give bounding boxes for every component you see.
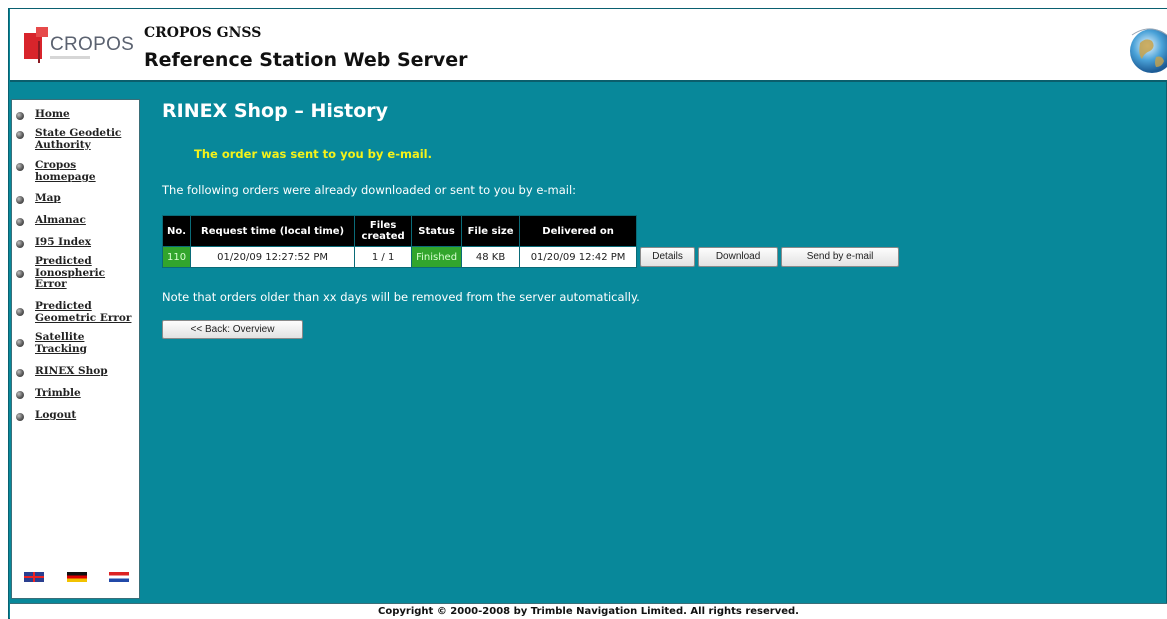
sidebar-nav: Home State Geodetic Authority Cropos hom… <box>11 99 140 599</box>
sidebar-item-i95-index[interactable]: I95 Index <box>16 236 91 249</box>
app-title: Reference Station Web Server <box>144 49 468 71</box>
sidebar-item-state-geodetic-authority[interactable]: State Geodetic Authority <box>16 127 135 151</box>
send-by-email-button[interactable]: Send by e-mail <box>781 247 900 267</box>
sidebar-item-label[interactable]: I95 Index <box>35 236 91 249</box>
bullet-icon <box>16 308 24 316</box>
sidebar-item-label[interactable]: State Geodetic Authority <box>35 127 135 151</box>
bullet-icon <box>16 112 24 120</box>
download-button[interactable]: Download <box>698 247 779 267</box>
language-flags <box>24 570 134 584</box>
bullet-icon <box>16 391 24 399</box>
bullet-icon <box>16 339 24 347</box>
globe-icon <box>1130 28 1167 73</box>
sidebar-item-trimble[interactable]: Trimble <box>16 387 81 400</box>
sidebar-item-satellite-tracking[interactable]: Satellite Tracking <box>16 331 105 355</box>
action-cell: Details <box>637 247 696 268</box>
status-badge: Finished <box>411 246 463 268</box>
table-row: 110 01/20/09 12:27:52 PM 1 / 1 Finished … <box>161 246 900 268</box>
orders-table: No. Request time (local time) Files crea… <box>161 215 900 268</box>
bullet-icon <box>16 218 24 226</box>
sidebar-item-cropos-homepage[interactable]: Cropos homepage <box>16 159 109 183</box>
details-button[interactable]: Details <box>640 247 696 267</box>
sidebar-item-label[interactable]: Map <box>35 192 61 205</box>
uk-flag-icon[interactable] <box>24 572 44 582</box>
sidebar-item-predicted-ionospheric-error[interactable]: Predicted Ionospheric Error <box>16 255 125 291</box>
sidebar-item-map[interactable]: Map <box>16 192 61 205</box>
column-header-request-time: Request time (local time) <box>190 215 356 247</box>
bullet-icon <box>16 240 24 248</box>
confirmation-message: The order was sent to you by e-mail. <box>194 147 432 161</box>
bullet-icon <box>16 131 24 139</box>
sidebar-item-label[interactable]: Satellite Tracking <box>35 331 105 355</box>
bullet-icon <box>16 270 24 278</box>
column-header-delivered-on: Delivered on <box>519 215 638 247</box>
bullet-icon <box>16 413 24 421</box>
sidebar-item-label[interactable]: RINEX Shop <box>35 365 108 378</box>
footer-copyright: Copyright © 2000-2008 by Trimble Navigat… <box>10 603 1167 619</box>
sidebar-item-label[interactable]: Home <box>35 108 70 121</box>
delivered-on: 01/20/09 12:42 PM <box>519 246 638 268</box>
sidebar-item-label[interactable]: Predicted Ionospheric Error <box>35 255 125 291</box>
action-cell: Download <box>695 247 779 268</box>
cropos-logo: CROPOS <box>22 23 135 69</box>
sidebar-item-label[interactable]: Almanac <box>35 214 86 227</box>
action-cell: Send by e-mail <box>778 247 900 268</box>
sidebar-item-rinex-shop[interactable]: RINEX Shop <box>16 365 108 378</box>
sidebar-item-label[interactable]: Trimble <box>35 387 81 400</box>
retention-note: Note that orders older than xx days will… <box>162 290 640 304</box>
back-overview-button[interactable]: << Back: Overview <box>162 320 303 339</box>
sidebar-item-label[interactable]: Logout <box>35 409 76 422</box>
sidebar-item-predicted-geometric-error[interactable]: Predicted Geometric Error <box>16 300 135 324</box>
sidebar-item-home[interactable]: Home <box>16 108 70 121</box>
header-bar: CROPOS CROPOS GNSS Reference Station Web… <box>10 9 1167 82</box>
bullet-icon <box>16 196 24 204</box>
app-subtitle: CROPOS GNSS <box>144 25 262 41</box>
column-header-no: No. <box>161 215 192 247</box>
file-size: 48 KB <box>461 246 521 268</box>
request-time: 01/20/09 12:27:52 PM <box>190 246 356 268</box>
order-number: 110 <box>161 246 192 268</box>
sidebar-item-label[interactable]: Cropos homepage <box>35 159 109 183</box>
sidebar-item-logout[interactable]: Logout <box>16 409 76 422</box>
germany-flag-icon[interactable] <box>67 572 87 582</box>
column-header-files-created: Files created <box>354 215 413 247</box>
logo-text: CROPOS <box>50 34 135 55</box>
table-header-row: No. Request time (local time) Files crea… <box>161 215 900 247</box>
bullet-icon <box>16 369 24 377</box>
bullet-icon <box>16 163 24 171</box>
croatia-flag-icon[interactable] <box>109 572 129 582</box>
column-header-status: Status <box>411 215 463 247</box>
intro-text: The following orders were already downlo… <box>162 183 577 197</box>
column-header-file-size: File size <box>461 215 521 247</box>
page-title: RINEX Shop – History <box>162 100 389 122</box>
sidebar-item-label[interactable]: Predicted Geometric Error <box>35 300 135 324</box>
files-created: 1 / 1 <box>354 246 413 268</box>
sidebar-item-almanac[interactable]: Almanac <box>16 214 86 227</box>
